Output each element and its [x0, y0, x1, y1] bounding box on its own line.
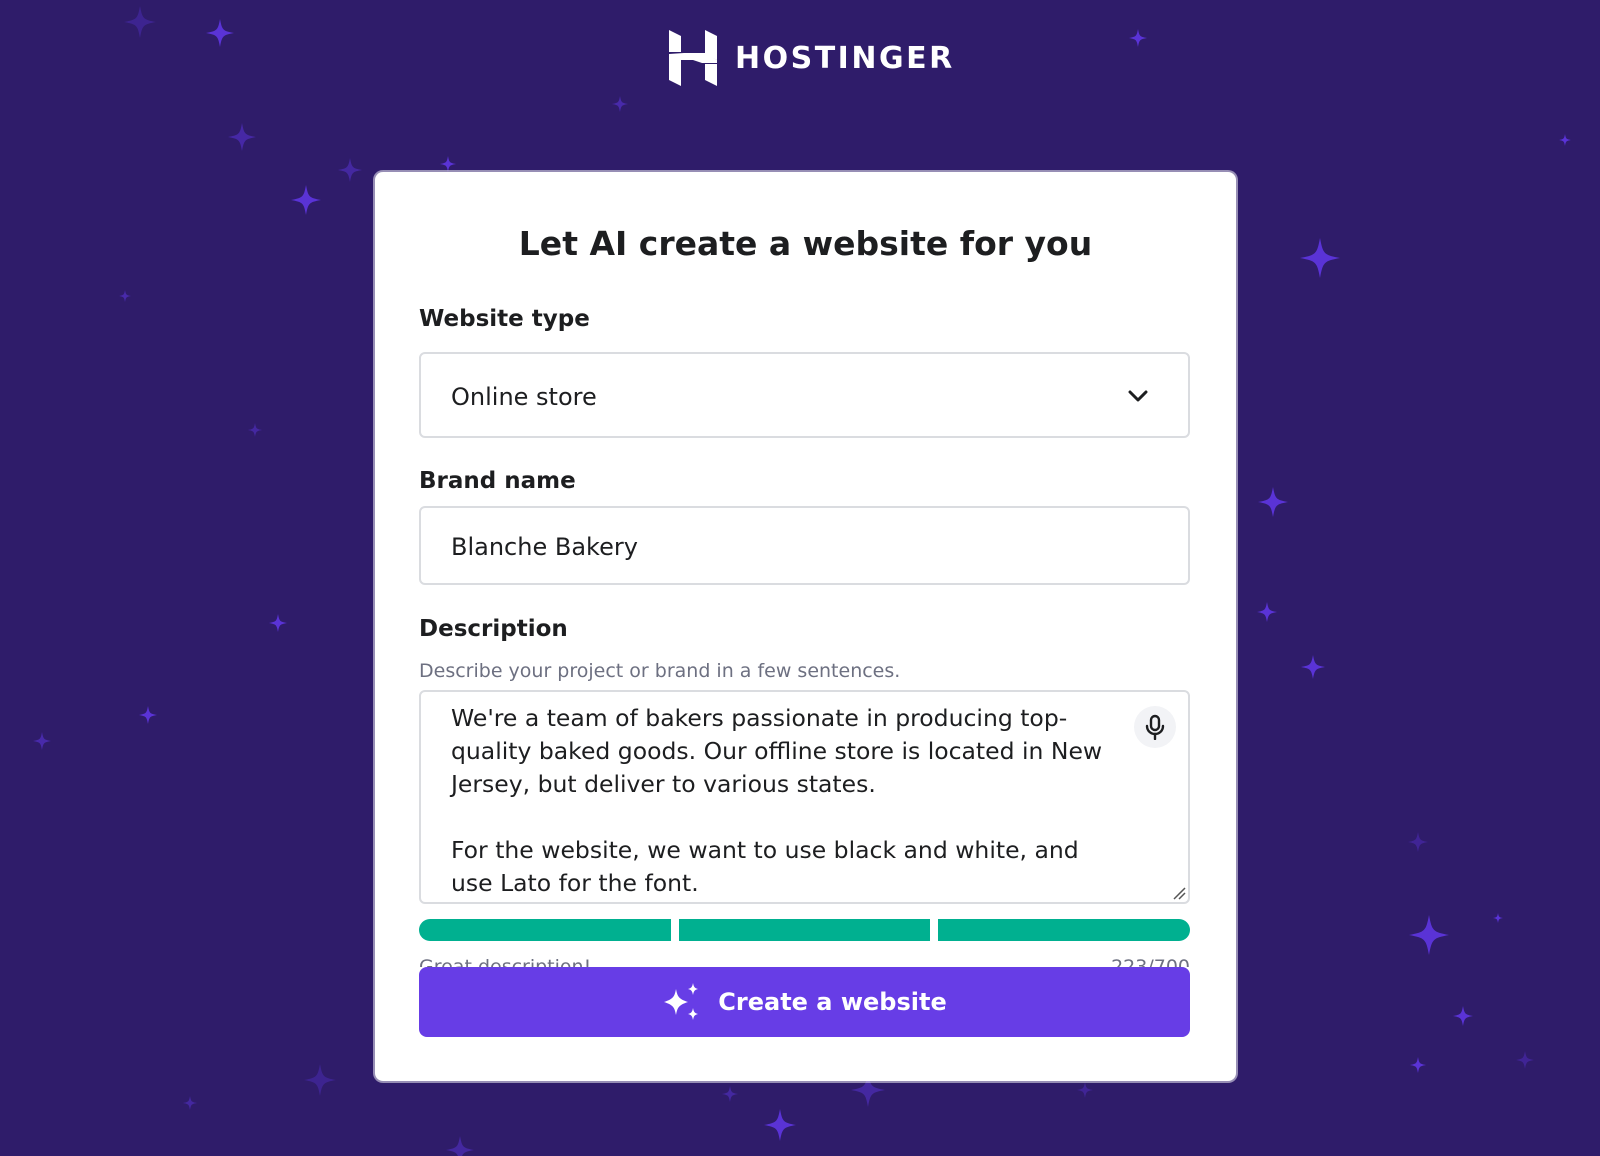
sparkles-icon — [664, 983, 699, 1020]
voice-input-button[interactable] — [1134, 706, 1176, 748]
description-text: We're a team of bakers passionate in pro… — [451, 704, 1103, 897]
hostinger-h-logo-icon — [669, 30, 717, 86]
microphone-icon — [1145, 714, 1165, 740]
description-feedback: Great description! — [419, 956, 592, 967]
quality-segment — [419, 919, 671, 941]
create-website-label: Create a website — [718, 988, 947, 1016]
website-type-label: Website type — [419, 306, 590, 332]
description-hint: Describe your project or brand in a few … — [419, 660, 901, 682]
quality-segment — [938, 919, 1191, 941]
brand-name-field[interactable] — [419, 506, 1190, 585]
chevron-down-icon — [1128, 390, 1148, 402]
ai-website-form-card: Let AI create a website for you Website … — [375, 172, 1236, 1081]
description-quality-meter — [419, 919, 1191, 941]
website-type-select[interactable]: Online store — [419, 352, 1190, 438]
create-website-button[interactable]: Create a website — [419, 967, 1190, 1037]
resize-handle-icon[interactable] — [1172, 886, 1186, 900]
brand-name-input[interactable] — [451, 533, 1151, 561]
character-counter: 223/700 — [1111, 956, 1190, 967]
quality-segment — [678, 919, 931, 941]
form-title: Let AI create a website for you — [518, 224, 1093, 263]
hostinger-logo[interactable]: HOSTINGER — [669, 30, 955, 86]
description-textarea[interactable]: We're a team of bakers passionate in pro… — [419, 690, 1190, 904]
description-label: Description — [419, 616, 568, 642]
brand-wordmark: HOSTINGER — [735, 40, 955, 76]
brand-name-label: Brand name — [419, 468, 576, 494]
website-type-value: Online store — [451, 383, 597, 411]
